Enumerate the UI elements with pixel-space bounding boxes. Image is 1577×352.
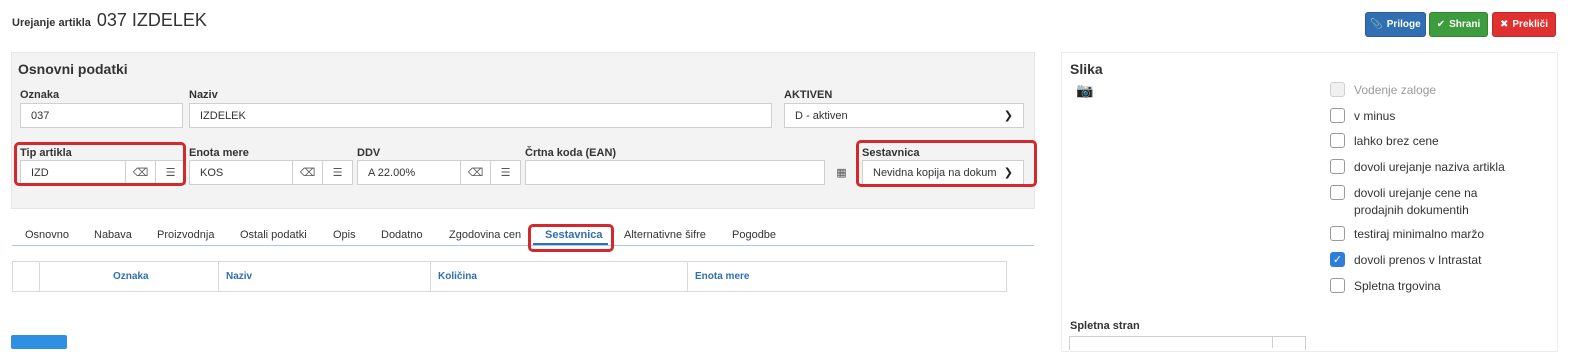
cancel-button[interactable]: ✖ Prekliči bbox=[1492, 12, 1556, 37]
website-field[interactable] bbox=[1069, 336, 1306, 350]
save-button[interactable]: ✔ Shrani bbox=[1429, 12, 1488, 37]
checkbox[interactable] bbox=[1330, 185, 1345, 200]
save-label: Shrani bbox=[1449, 19, 1481, 30]
grid-divider bbox=[218, 261, 219, 292]
option-label: v minus bbox=[1354, 109, 1396, 123]
option-spletna-trgovina[interactable]: Spletna trgovina bbox=[1330, 278, 1441, 295]
grid-divider bbox=[39, 261, 40, 292]
option-label: dovoli urejanje naziva artikla bbox=[1354, 160, 1505, 174]
column-header-naziv[interactable]: Naziv bbox=[226, 271, 252, 282]
highlight-component bbox=[856, 140, 1037, 187]
components-grid bbox=[12, 261, 1007, 292]
checkbox[interactable] bbox=[1330, 226, 1345, 241]
image-panel-title: Slika bbox=[1070, 61, 1103, 77]
active-value: D - aktiven bbox=[795, 109, 848, 122]
vat-label: DDV bbox=[357, 147, 381, 159]
name-value: IZDELEK bbox=[200, 109, 246, 122]
qr-code-icon: ▦ bbox=[836, 167, 847, 179]
vat-field[interactable]: A 22.00% bbox=[357, 160, 461, 185]
option-label: testiraj minimalno maržo bbox=[1354, 227, 1485, 241]
camera-icon[interactable]: 📷 bbox=[1076, 82, 1093, 99]
option-vodenje-zaloge[interactable]: Vodenje zaloge bbox=[1330, 82, 1436, 99]
tab-zgodovina-cen[interactable]: Zgodovina cen bbox=[449, 229, 521, 241]
barcode-field[interactable] bbox=[525, 160, 825, 185]
vat-value: A 22.00% bbox=[368, 166, 416, 179]
option-intrastat[interactable]: ✓ dovoli prenos v Intrastat bbox=[1330, 252, 1481, 269]
code-field[interactable]: 037 bbox=[20, 103, 183, 128]
option-label: dovoli urejanje cene na prodajnih dokume… bbox=[1354, 186, 1478, 217]
checkbox[interactable] bbox=[1330, 108, 1345, 123]
code-value: 037 bbox=[31, 109, 50, 122]
eraser-icon: ⌫ bbox=[467, 167, 484, 179]
chevron-down-icon: ❯ bbox=[1003, 110, 1013, 122]
name-label: Naziv bbox=[189, 89, 218, 101]
checkbox[interactable] bbox=[1330, 133, 1345, 148]
attachments-button[interactable]: 📎 Priloge bbox=[1365, 12, 1426, 37]
tab-nabava[interactable]: Nabava bbox=[94, 229, 132, 241]
cancel-label: Prekliči bbox=[1512, 19, 1548, 30]
vat-list-button[interactable]: ☰ bbox=[490, 160, 521, 185]
checkbox[interactable] bbox=[1330, 278, 1345, 293]
highlight-type bbox=[14, 142, 186, 186]
tab-osnovno[interactable]: Osnovno bbox=[25, 229, 69, 241]
attachments-label: Priloge bbox=[1386, 19, 1421, 30]
option-minimalna-marza[interactable]: testiraj minimalno maržo bbox=[1330, 226, 1484, 243]
list-icon: ☰ bbox=[500, 167, 511, 179]
tab-dodatno[interactable]: Dodatno bbox=[381, 229, 423, 241]
option-v-minus[interactable]: v minus bbox=[1330, 108, 1395, 125]
paperclip-icon: 📎 bbox=[1370, 19, 1383, 30]
code-label: Oznaka bbox=[20, 89, 60, 101]
tab-pogodbe[interactable]: Pogodbe bbox=[732, 229, 776, 241]
option-label: Spletna trgovina bbox=[1354, 279, 1441, 293]
unit-value: KOS bbox=[200, 166, 224, 179]
basic-data-title: Osnovni podatki bbox=[18, 61, 128, 77]
unit-list-button[interactable]: ☰ bbox=[322, 160, 353, 185]
option-label: lahko brez cene bbox=[1354, 134, 1439, 148]
checkbox[interactable]: ✓ bbox=[1330, 252, 1345, 267]
unit-label: Enota mere bbox=[189, 147, 249, 159]
page-title: 037 IZDELEK bbox=[96, 10, 207, 30]
name-field[interactable]: IZDELEK bbox=[189, 103, 772, 128]
eraser-icon: ⌫ bbox=[299, 167, 316, 179]
close-icon: ✖ bbox=[1500, 19, 1509, 30]
vat-clear-button[interactable]: ⌫ bbox=[460, 160, 491, 185]
column-header-kolicina[interactable]: Količina bbox=[438, 271, 477, 282]
barcode-scan-button[interactable]: ▦ bbox=[826, 160, 857, 185]
website-label: Spletna stran bbox=[1070, 320, 1140, 332]
tab-proizvodnja[interactable]: Proizvodnja bbox=[157, 229, 214, 241]
check-icon: ✓ bbox=[1332, 254, 1343, 266]
tab-ostali-podatki[interactable]: Ostali podatki bbox=[240, 229, 307, 241]
add-button[interactable] bbox=[11, 335, 67, 349]
checkbox[interactable] bbox=[1330, 159, 1345, 174]
check-icon: ✔ bbox=[1436, 19, 1446, 30]
website-field-divider bbox=[1272, 336, 1273, 348]
active-label: AKTIVEN bbox=[784, 89, 833, 101]
page-subtitle: Urejanje artikla bbox=[12, 17, 91, 29]
grid-divider bbox=[687, 261, 688, 292]
option-label: dovoli prenos v Intrastat bbox=[1354, 253, 1482, 267]
option-urejanje-naziva[interactable]: dovoli urejanje naziva artikla bbox=[1330, 159, 1505, 176]
tab-alternativne-sifre[interactable]: Alternativne šifre bbox=[624, 229, 706, 241]
tab-opis[interactable]: Opis bbox=[333, 229, 356, 241]
option-urejanje-cene[interactable]: dovoli urejanje cene na prodajnih dokume… bbox=[1330, 185, 1530, 219]
barcode-label: Črtna koda (EAN) bbox=[525, 147, 617, 159]
unit-field[interactable]: KOS bbox=[189, 160, 293, 185]
checkbox[interactable] bbox=[1330, 82, 1345, 97]
list-icon: ☰ bbox=[332, 167, 343, 179]
highlight-tab bbox=[528, 224, 614, 252]
grid-divider bbox=[430, 261, 431, 292]
option-lahko-brez-cene[interactable]: lahko brez cene bbox=[1330, 133, 1439, 150]
option-label: Vodenje zaloge bbox=[1354, 83, 1437, 97]
active-select[interactable]: D - aktiven ❯ bbox=[784, 103, 1024, 128]
unit-clear-button[interactable]: ⌫ bbox=[292, 160, 323, 185]
column-header-oznaka[interactable]: Oznaka bbox=[113, 271, 149, 282]
column-header-enota-mere[interactable]: Enota mere bbox=[695, 271, 749, 282]
page-header: Urejanje artikla 037 IZDELEK bbox=[12, 10, 207, 31]
